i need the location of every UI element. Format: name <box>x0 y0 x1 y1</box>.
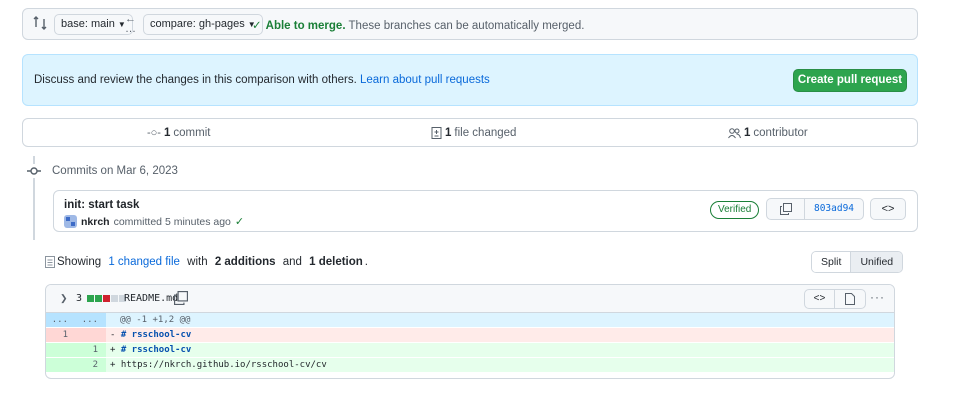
diffstat-square <box>95 295 102 302</box>
diffstat-square <box>87 295 94 302</box>
code-icon: <> <box>813 293 826 304</box>
copy-icon <box>779 203 792 215</box>
diff-line: 1 + # rsschool-cv <box>46 343 894 357</box>
diff-code: @@ -1 +1,2 @@ <box>120 315 191 325</box>
diff-line: 1 - # rsschool-cv <box>46 328 894 342</box>
diff-text: # rsschool-cv <box>120 330 192 340</box>
files-count: 1 <box>445 127 452 139</box>
compare-bar: base: main ▼ ←… compare: gh-pages ▼ ✓ Abl… <box>22 8 918 40</box>
files-label: file changed <box>454 127 517 139</box>
changed-files-link[interactable]: 1 changed file <box>108 256 180 268</box>
commit-title-link[interactable]: init: start task <box>64 199 139 211</box>
commit-actions: 803ad94 <box>766 198 864 220</box>
old-line-number[interactable] <box>46 343 76 357</box>
rich-view-button[interactable] <box>835 290 865 308</box>
deletions-count: 1 deletion <box>309 256 363 268</box>
diff-line: ...... @@ -1 +1,2 @@ <box>46 313 894 327</box>
chevron-down-icon[interactable]: ❯ <box>60 293 68 304</box>
diff-sign: - <box>110 330 121 340</box>
diffstat-square <box>103 295 110 302</box>
additions-count: 2 additions <box>214 256 276 268</box>
diff-code: - # rsschool-cv <box>110 328 191 342</box>
new-line-number[interactable]: ... <box>76 313 106 327</box>
commit-meta: nkrch committed 5 minutes ago ✓ <box>64 215 244 228</box>
file-name[interactable]: README.md <box>124 293 178 304</box>
base-branch-select[interactable]: base: main ▼ <box>54 14 133 35</box>
avatar[interactable] <box>64 215 77 228</box>
commit-item: init: start task nkrch committed 5 minut… <box>53 190 918 232</box>
diff-summary: Showing 1 changed file with 2 additions … <box>45 256 368 268</box>
unified-view-button[interactable]: Unified <box>851 252 903 272</box>
merge-ok-text: Able to merge. <box>265 20 346 32</box>
old-line-number[interactable]: ... <box>46 313 76 327</box>
create-pull-request-button[interactable]: Create pull request <box>793 69 907 92</box>
commit-sha-link[interactable]: 803ad94 <box>805 199 863 219</box>
commit-node-icon <box>27 164 41 178</box>
contributors-stat[interactable]: 1 contributor <box>728 127 808 139</box>
file-icon <box>845 293 855 305</box>
commit-author[interactable]: nkrch <box>81 216 110 228</box>
learn-pr-link[interactable]: Learn about pull requests <box>360 74 490 86</box>
diff-sign: + <box>110 345 121 355</box>
base-branch-label: base: main <box>61 18 115 30</box>
new-line-number[interactable]: 2 <box>76 358 106 372</box>
file-diff-icon <box>431 127 442 139</box>
verified-badge[interactable]: Verified <box>710 201 760 219</box>
diffstat-square <box>111 295 118 302</box>
commits-stat[interactable]: -○- 1 commit <box>147 127 210 139</box>
diff-text: # rsschool-cv <box>120 345 192 355</box>
merge-status: ✓ Able to merge. These branches can be au… <box>252 18 584 32</box>
diff-code: + # rsschool-cv <box>110 343 191 357</box>
diff-view-toggle: Split Unified <box>811 251 904 273</box>
split-view-button[interactable]: Split <box>812 252 852 272</box>
copy-sha-button[interactable] <box>767 199 805 219</box>
check-icon[interactable]: ✓ <box>235 215 244 228</box>
check-icon: ✓ <box>252 20 262 32</box>
diff-text: https://nkrch.github.io/rsschool-cv/cv <box>120 360 327 370</box>
file-diff-icon <box>45 256 55 268</box>
old-line-number[interactable] <box>46 358 76 372</box>
banner-message: Discuss and review the changes in this c… <box>34 74 357 86</box>
new-line-number[interactable]: 1 <box>76 343 106 357</box>
showing-and: and <box>282 256 302 268</box>
file-view-toggle: <> <box>804 289 866 309</box>
compare-branch-select[interactable]: compare: gh-pages ▼ <box>143 14 263 35</box>
people-icon <box>728 127 741 138</box>
diff-sign: + <box>110 360 121 370</box>
browse-code-button[interactable]: <> <box>870 198 906 220</box>
banner-text: Discuss and review the changes in this c… <box>34 74 490 86</box>
contributors-count: 1 <box>744 127 751 139</box>
file-diff: ❯ 3 README.md <> ··· ...... @@ -1 +1,2 @@… <box>45 284 895 379</box>
showing-with: with <box>187 256 208 268</box>
diff-code: + https://nkrch.github.io/rsschool-cv/cv <box>110 358 327 372</box>
swap-arrow-icon: ←… <box>125 13 136 35</box>
old-line-number[interactable]: 1 <box>46 328 76 342</box>
showing-end: . <box>364 256 368 268</box>
commits-label: commit <box>173 127 211 139</box>
diffstat-bar <box>87 295 126 302</box>
commit-icon: -○- <box>147 127 161 139</box>
compare-arrows-icon <box>33 16 47 30</box>
file-header: ❯ 3 README.md <> ··· <box>46 285 894 313</box>
files-stat[interactable]: 1 file changed <box>431 127 516 139</box>
comparison-stats: -○- 1 commit 1 file changed 1 contributo… <box>22 118 918 147</box>
source-view-button[interactable]: <> <box>805 290 835 308</box>
compare-branch-label: compare: gh-pages <box>150 18 245 30</box>
commit-time: committed 5 minutes ago <box>113 215 231 228</box>
file-change-count: 3 <box>76 293 83 304</box>
commits-date-heading: Commits on Mar 6, 2023 <box>52 165 178 177</box>
code-icon: <> <box>881 203 895 215</box>
copy-icon[interactable] <box>174 291 188 305</box>
merge-detail-text: These branches can be automatically merg… <box>348 20 585 32</box>
pull-request-banner: Discuss and review the changes in this c… <box>22 54 918 106</box>
kebab-menu-icon[interactable]: ··· <box>870 290 885 304</box>
new-line-number[interactable] <box>76 328 106 342</box>
commits-count: 1 <box>163 127 171 139</box>
diff-line: 2 + https://nkrch.github.io/rsschool-cv/c… <box>46 358 894 372</box>
showing-prefix: Showing <box>57 256 102 268</box>
contributors-label: contributor <box>753 127 808 139</box>
